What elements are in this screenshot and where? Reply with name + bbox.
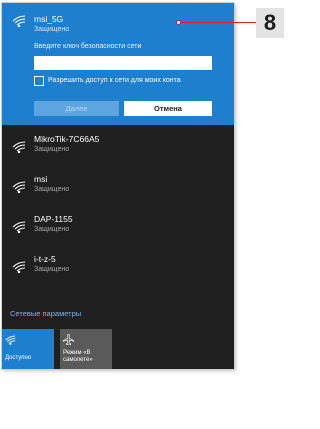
network-item-i-t-z-5[interactable]: i-t-z-5 Защищено [2,249,234,289]
network-name: DAP-1155 [34,214,73,224]
wifi-icon [12,141,26,153]
security-key-input[interactable] [34,56,212,70]
wifi-icon [5,332,16,350]
network-flyout: msi_5G Защищено Введите ключ безопасност… [2,3,234,369]
network-status: Защищено [34,186,70,193]
airplane-tile-label: Режим «В самолете» [63,350,93,364]
airplane-mode-tile[interactable]: Режим «В самолете» [60,329,112,369]
wifi-toggle-tile[interactable]: Доступно [2,329,54,369]
network-item-dap-1155[interactable]: DAP-1155 Защищено [2,209,234,249]
wifi-icon [12,181,26,193]
network-item-msi[interactable]: msi Защищено [2,169,234,209]
callout-number: 8 [256,8,284,38]
cancel-button[interactable]: Отмена [124,101,212,116]
wifi-icon [12,221,26,233]
callout-dot [176,20,181,25]
wifi-icon [12,15,26,27]
airplane-label-line1: Режим «В [63,350,91,356]
share-network-label: Разрешить доступ к сети для моих конта [48,77,181,84]
network-name: msi [34,174,48,184]
network-settings-link[interactable]: Сетевые параметры [10,309,81,318]
share-network-checkbox[interactable] [34,76,44,86]
wifi-icon [12,261,26,273]
next-button[interactable]: Далее [34,101,119,116]
callout-line [178,22,256,23]
network-status: Защищено [34,266,70,273]
wifi-tile-label: Доступно [5,355,32,361]
network-name: i-t-z-5 [34,254,56,264]
network-status: Защищено [34,146,70,153]
network-status: Защищено [34,226,70,233]
active-network-name: msi_5G [34,14,64,24]
network-item-mikrotik[interactable]: MikroTik-7C66A5 Защищено [2,129,234,169]
airplane-icon [63,332,74,350]
airplane-label-line2: самолете» [63,357,93,363]
network-name: MikroTik-7C66A5 [34,134,100,144]
security-key-label: Введите ключ безопасности сети [34,43,142,50]
active-network-status: Защищено [34,26,70,33]
